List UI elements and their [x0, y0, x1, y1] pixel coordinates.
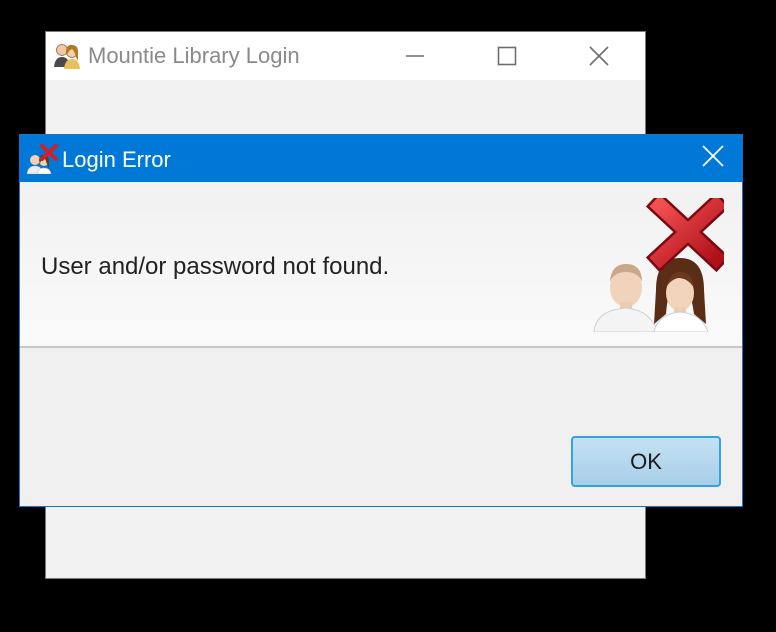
ok-button[interactable]: OK	[571, 436, 721, 487]
dialog-close-button[interactable]	[684, 135, 742, 182]
close-icon	[702, 145, 724, 172]
dialog-message-area: User and/or password not found.	[20, 182, 742, 348]
main-window-title: Mountie Library Login	[88, 43, 300, 68]
login-error-dialog: Login Error User and/or password not fou…	[19, 134, 743, 507]
main-titlebar[interactable]: Mountie Library Login	[46, 32, 645, 80]
maximize-button[interactable]	[484, 32, 530, 80]
close-icon	[589, 46, 609, 66]
users-error-icon	[25, 144, 59, 175]
dialog-titlebar[interactable]: Login Error	[20, 135, 742, 182]
minimize-icon	[405, 46, 425, 66]
minimize-button[interactable]	[392, 32, 438, 80]
error-message: User and/or password not found.	[41, 253, 390, 280]
users-error-icon	[590, 191, 731, 333]
maximize-icon	[497, 46, 517, 66]
dialog-title: Login Error	[62, 147, 171, 172]
main-close-button[interactable]	[576, 32, 622, 80]
users-icon	[52, 41, 82, 69]
